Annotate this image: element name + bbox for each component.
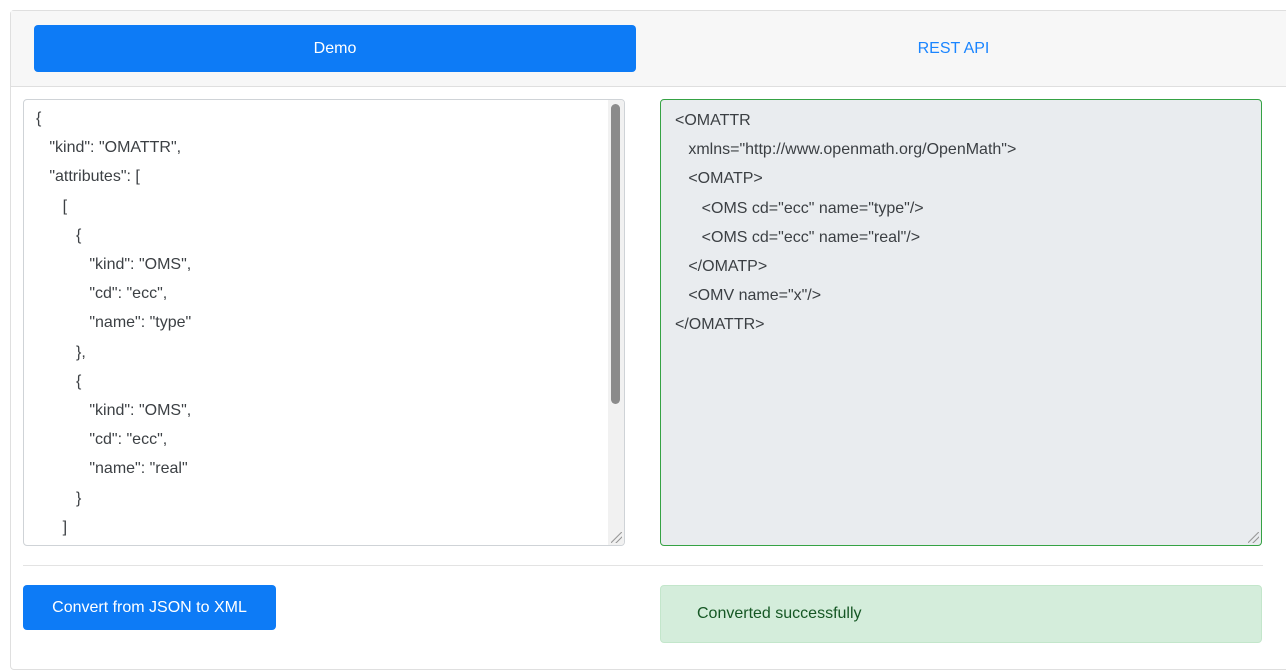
xml-output-textarea[interactable]: <OMATTR xmlns="http://www.openmath.org/O… <box>660 99 1262 546</box>
status-alert: Converted successfully <box>660 585 1262 643</box>
resize-handle-icon[interactable] <box>1248 532 1259 543</box>
resize-handle-icon[interactable] <box>611 532 622 543</box>
json-input-scrollbar[interactable] <box>608 100 624 545</box>
divider <box>23 565 1263 566</box>
json-input-textarea[interactable]: { "kind": "OMATTR", "attributes": [ [ { … <box>23 99 625 546</box>
scrollbar-thumb[interactable] <box>611 104 620 404</box>
tab-rest-api[interactable]: REST API <box>651 25 1256 72</box>
json-input-text[interactable]: { "kind": "OMATTR", "attributes": [ [ { … <box>24 100 624 545</box>
tab-demo[interactable]: Demo <box>34 25 636 72</box>
tab-bar: Demo REST API <box>11 11 1286 87</box>
status-message: Converted successfully <box>697 605 862 622</box>
xml-output-text[interactable]: <OMATTR xmlns="http://www.openmath.org/O… <box>661 100 1261 346</box>
convert-json-to-xml-button[interactable]: Convert from JSON to XML <box>23 585 276 630</box>
